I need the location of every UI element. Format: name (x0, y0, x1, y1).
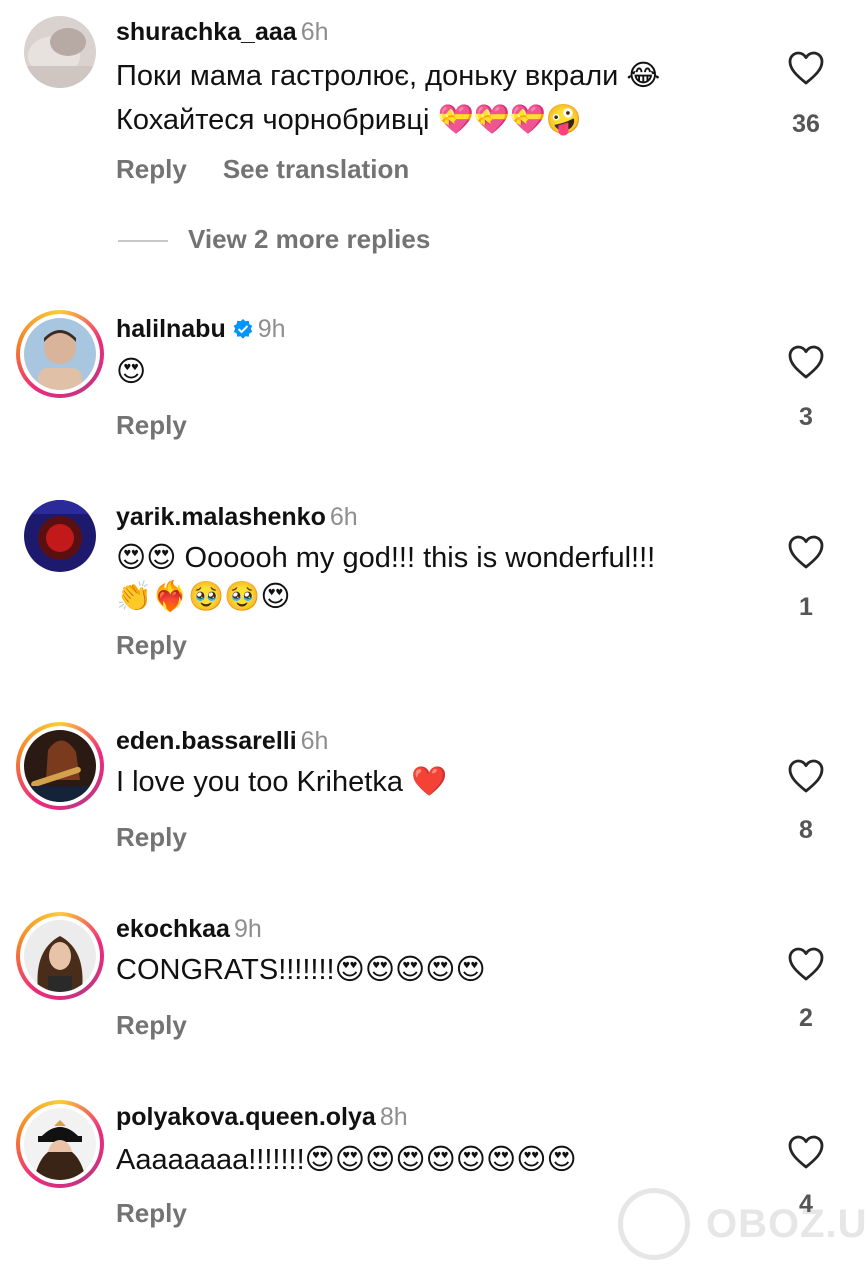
heart-icon[interactable] (786, 342, 826, 382)
avatar[interactable] (16, 912, 104, 1000)
comment-text: 😍😍 Oooooh my god!!! this is wonderful!!! (116, 542, 656, 574)
divider (118, 240, 168, 243)
timestamp: 8h (379, 1103, 408, 1131)
username[interactable]: polyakova.queen.olya (116, 1103, 376, 1131)
avatar[interactable] (24, 500, 96, 572)
like-count: 1 (799, 593, 813, 621)
watermark-logo-icon (618, 1188, 690, 1260)
like-count: 3 (799, 403, 813, 431)
heart-icon[interactable] (786, 48, 826, 88)
heart-icon[interactable] (786, 1132, 826, 1172)
comment-text: Aaaaaaaa!!!!!!!😍😍😍😍😍😍😍😍😍 (116, 1144, 577, 1176)
comment-text: 😍 (116, 356, 147, 388)
reply-button[interactable]: Reply (116, 1198, 187, 1228)
verified-badge-icon (233, 319, 252, 339)
heart-icon[interactable] (786, 756, 826, 796)
username[interactable]: halilnabu (116, 315, 226, 343)
timestamp: 6h (300, 727, 329, 755)
heart-icon[interactable] (786, 944, 826, 984)
username[interactable]: ekochkaa (116, 915, 230, 943)
timestamp: 6h (300, 18, 329, 46)
like-count: 8 (799, 816, 813, 844)
view-more-replies[interactable]: View 2 more replies (118, 224, 430, 255)
username[interactable]: yarik.malashenko (116, 503, 326, 531)
like-count: 2 (799, 1004, 813, 1032)
heart-icon[interactable] (786, 532, 826, 572)
comment-text: Кохайтеся чорнобривці 💝💝💝🤪 (116, 104, 582, 136)
timestamp: 9h (233, 915, 262, 943)
avatar[interactable] (16, 1100, 104, 1188)
username[interactable]: eden.bassarelli (116, 727, 297, 755)
timestamp: 9h (257, 315, 286, 343)
comment-text: I love you too Krihetka ❤️ (116, 766, 448, 798)
avatar[interactable] (16, 310, 104, 398)
reply-button[interactable]: Reply (116, 630, 187, 660)
comment-text: 👏❤️‍🔥🥹🥹😍 (116, 581, 291, 613)
reply-button[interactable]: Reply (116, 154, 187, 184)
avatar[interactable] (16, 722, 104, 810)
comment-text: CONGRATS!!!!!!!😍😍😍😍😍 (116, 954, 486, 986)
reply-button[interactable]: Reply (116, 410, 187, 440)
reply-button[interactable]: Reply (116, 1010, 187, 1040)
watermark-text: OBOZ.UA (706, 1202, 868, 1246)
see-translation-button[interactable]: See translation (223, 154, 409, 184)
username[interactable]: shurachka_aaa (116, 18, 297, 46)
reply-button[interactable]: Reply (116, 822, 187, 852)
like-count: 36 (792, 110, 820, 138)
timestamp: 6h (329, 503, 358, 531)
view-more-label[interactable]: View 2 more replies (188, 224, 430, 254)
avatar[interactable] (24, 16, 96, 88)
comment-text: Поки мама гастролює, доньку вкрали 😂 (116, 60, 661, 92)
